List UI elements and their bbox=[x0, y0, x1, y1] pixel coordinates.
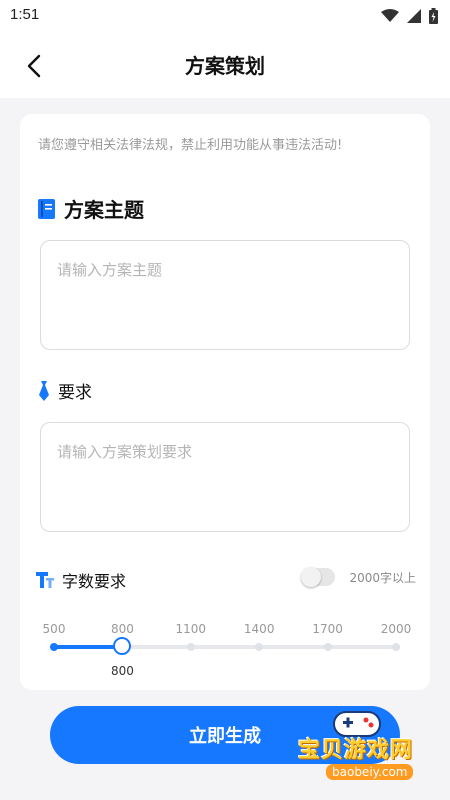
slider-step-dot[interactable] bbox=[186, 643, 195, 651]
page-title: 方案策划 bbox=[185, 54, 265, 78]
watermark-text: 宝贝游戏网 bbox=[298, 738, 414, 763]
slider-step-dot[interactable] bbox=[255, 643, 264, 651]
tie-icon bbox=[39, 380, 49, 401]
tick-label-800: 800 bbox=[110, 622, 134, 636]
word-count-section-title: 字数要求 bbox=[36, 568, 126, 592]
word-count-title-text: 字数要求 bbox=[62, 572, 127, 591]
status-time: 1:51 bbox=[10, 6, 40, 23]
tick-label-500: 500 bbox=[42, 622, 66, 636]
topic-title-text: 方案主题 bbox=[64, 198, 144, 222]
slider-thumb[interactable] bbox=[113, 637, 132, 655]
toggle-label: 2000字以上 bbox=[349, 570, 416, 585]
slider-step-dot[interactable] bbox=[323, 643, 332, 651]
battery-icon bbox=[429, 8, 438, 24]
form-card: 请您遵守相关法律法规，禁止利用功能从事违法活动! 方案主题 请输入方案主题 要求… bbox=[20, 114, 430, 690]
slider-value-label: 800 bbox=[110, 664, 134, 678]
status-icons bbox=[381, 8, 438, 24]
tick-label-1100: 1100 bbox=[175, 622, 207, 636]
over-2000-toggle-group: 2000字以上 bbox=[301, 567, 416, 587]
over-2000-toggle[interactable] bbox=[301, 567, 336, 587]
word-count-slider[interactable] bbox=[50, 637, 400, 655]
word-count-ticks: 500 800 1100 1400 1700 2000 bbox=[34, 622, 412, 642]
legal-notice: 请您遵守相关法律法规，禁止利用功能从事违法活动! bbox=[38, 138, 343, 153]
requirement-placeholder: 请输入方案策划要求 bbox=[57, 443, 193, 461]
header: 方案策划 bbox=[0, 32, 450, 98]
slider-step-dot[interactable] bbox=[392, 643, 400, 651]
requirement-input[interactable]: 请输入方案策划要求 bbox=[40, 422, 410, 532]
book-icon bbox=[38, 198, 55, 219]
toggle-knob bbox=[301, 567, 322, 587]
slider-step-dot[interactable] bbox=[50, 643, 58, 651]
requirement-title-text: 要求 bbox=[58, 383, 92, 403]
watermark-url: baobeiy.com bbox=[326, 764, 414, 780]
signal-icon bbox=[407, 9, 421, 23]
watermark: 宝贝游戏网 baobeiy.com bbox=[278, 706, 438, 780]
topic-placeholder: 请输入方案主题 bbox=[57, 261, 163, 279]
tick-label-1400: 1400 bbox=[243, 622, 275, 636]
topic-section-title: 方案主题 bbox=[38, 194, 144, 223]
status-bar: 1:51 bbox=[0, 0, 450, 32]
slider-fill bbox=[54, 645, 123, 649]
requirement-section-title: 要求 bbox=[38, 378, 92, 403]
tick-label-1700: 1700 bbox=[312, 622, 343, 636]
tick-label-2000: 2000 bbox=[380, 622, 412, 636]
topic-input[interactable]: 请输入方案主题 bbox=[40, 240, 410, 350]
wifi-icon bbox=[381, 9, 399, 22]
text-t-icon bbox=[36, 572, 54, 588]
